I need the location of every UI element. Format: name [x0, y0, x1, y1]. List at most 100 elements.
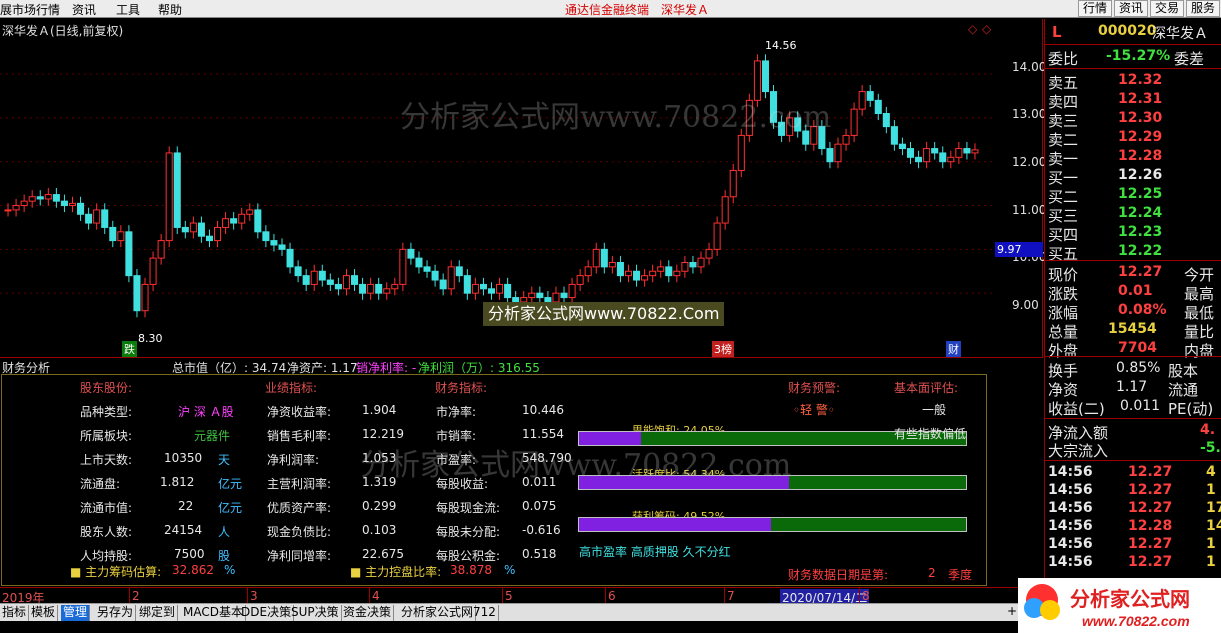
fin-mid-label: 现金负债比: [267, 525, 332, 539]
ask-row[interactable]: 卖四 12.31 [1048, 91, 1220, 111]
candle-body [214, 226, 222, 242]
candle-body [737, 134, 745, 171]
bottom-tab[interactable]: 分析家公式网 [399, 605, 477, 621]
bottom-tab[interactable]: 模板 [29, 605, 59, 621]
event-mark-list[interactable]: 3榜 [712, 341, 734, 357]
fin-left-label: 所属板块: [80, 429, 133, 443]
candle-body [93, 209, 101, 224]
fin-mid-label: 优质资产率: [267, 501, 332, 515]
stock-code: 000020 [1098, 23, 1157, 39]
watermark: 分析家公式网www.70822.com [360, 448, 792, 483]
candle-body [254, 209, 262, 233]
bottom-tab[interactable]: 另存为 [95, 605, 137, 621]
stock-name: 深华发Ａ [1152, 26, 1208, 42]
divider [1045, 68, 1221, 69]
menu-market[interactable]: 展市场行情 [0, 1, 60, 18]
report-num: 2 [928, 566, 936, 580]
hdr-financial: 财务指标: [435, 381, 488, 395]
event-mark-finance[interactable]: 财 [946, 341, 961, 357]
fin-left-value: 10350 [164, 451, 203, 465]
candle-body [189, 222, 197, 233]
candle-body [479, 283, 487, 290]
diamond-icon[interactable]: ◇ [968, 22, 977, 36]
candle-body [874, 99, 882, 115]
top-btn-news[interactable]: 资讯 [1114, 0, 1148, 17]
tick-row: 14:56 12.27 4 [1048, 464, 1220, 482]
candle-body [657, 266, 665, 272]
fin-left-label: 上市天数: [80, 453, 133, 467]
level-label: 卖四 [1048, 93, 1079, 111]
bid-row[interactable]: 买一 12.26 [1048, 167, 1220, 187]
fin-mid-label: 净利润率: [267, 453, 320, 467]
time-tick [724, 588, 725, 603]
stat-label: 外盘 [1048, 342, 1079, 360]
stat-row: 现价 12.27 今开 [1048, 264, 1220, 284]
level-price: 12.22 [1118, 243, 1163, 259]
evaluation-note: 有些指数偏低 [894, 427, 967, 441]
candle-body [939, 152, 947, 163]
stat-row: 涨跌 0.01 最高 [1048, 283, 1220, 303]
candle-body [173, 152, 181, 228]
top-btn-service[interactable]: 服务 [1186, 0, 1220, 17]
bottom-tab[interactable]: MACD基本 [181, 605, 246, 621]
ask-row[interactable]: 卖一 12.28 [1048, 148, 1220, 168]
menu-news[interactable]: 资讯 [72, 1, 96, 18]
top-btn-trade[interactable]: 交易 [1150, 0, 1184, 17]
stat-label: 现价 [1048, 266, 1079, 284]
candle-body [898, 143, 906, 150]
candle-body [665, 266, 673, 277]
level-label: 卖一 [1048, 150, 1079, 168]
bottom-tab[interactable]: 资金决策 [341, 605, 395, 621]
candle-body [455, 266, 463, 277]
time-label: 8 [862, 589, 870, 603]
menu-tools[interactable]: 工具 [116, 1, 140, 18]
stat-label: 总量 [1048, 323, 1079, 341]
tick-row: 14:56 12.27 1 [1048, 536, 1220, 554]
candle-body [423, 266, 431, 272]
ask-row[interactable]: 卖五 12.32 [1048, 72, 1220, 92]
bottom-tab[interactable]: 管理 [61, 605, 91, 621]
candle-body [262, 231, 270, 242]
bottom-tab[interactable]: 712 [471, 605, 499, 621]
top-btn-quote[interactable]: 行情 [1078, 0, 1112, 17]
fin-right-label: 市净率: [436, 405, 477, 419]
level-price: 12.32 [1118, 72, 1163, 88]
bid-row[interactable]: 买二 12.25 [1048, 186, 1220, 206]
tick-volume: 17 [1206, 500, 1221, 516]
tick-time: 14:56 [1048, 536, 1093, 552]
bottom-tab[interactable]: DDE决策 [239, 605, 295, 621]
candle-body [633, 270, 641, 281]
fin-mid-value: 12.219 [362, 427, 404, 441]
ask-row[interactable]: 卖二 12.29 [1048, 129, 1220, 149]
bottom-tab[interactable]: 指标 [0, 605, 30, 621]
candle-body [28, 196, 36, 202]
bottom-tab[interactable]: SUP决策 [289, 605, 342, 621]
bid-row[interactable]: 买四 12.23 [1048, 224, 1220, 244]
bottom-tab[interactable]: 绑定到 [137, 605, 179, 621]
stat-label: 收益(二) [1048, 400, 1105, 418]
gear-icon[interactable]: ◇ [982, 22, 991, 36]
level-price: 12.29 [1118, 129, 1163, 145]
event-mark-fall[interactable]: 跌 [122, 341, 137, 357]
quote-panel: L 000020 深华发Ａ 委比 -15.27% 委差 卖五 12.32 卖四 12.… [1044, 19, 1221, 621]
bid-row[interactable]: 买三 12.24 [1048, 205, 1220, 225]
candle-body [334, 283, 342, 290]
candle-body [915, 156, 923, 163]
ask-row[interactable]: 卖三 12.30 [1048, 110, 1220, 130]
candle-body [729, 169, 737, 198]
stat-value: 0.85% [1116, 360, 1161, 376]
hdr-performance: 业绩指标: [265, 381, 318, 395]
candle-body [931, 148, 939, 154]
candle-body [536, 292, 544, 299]
time-tick [247, 588, 248, 603]
tick-row: 14:56 12.27 1 [1048, 482, 1220, 500]
menu-help[interactable]: 帮助 [158, 1, 182, 18]
candle-body [568, 283, 576, 299]
candle-body [487, 288, 496, 294]
market-flag: L [1052, 23, 1062, 41]
control-text: 主力控盘比率: [365, 565, 442, 579]
fin-right-label: 每股公积金: [436, 549, 501, 563]
candle-body [36, 196, 44, 200]
candle-body [359, 283, 367, 294]
chip-est-unit: % [224, 563, 236, 577]
